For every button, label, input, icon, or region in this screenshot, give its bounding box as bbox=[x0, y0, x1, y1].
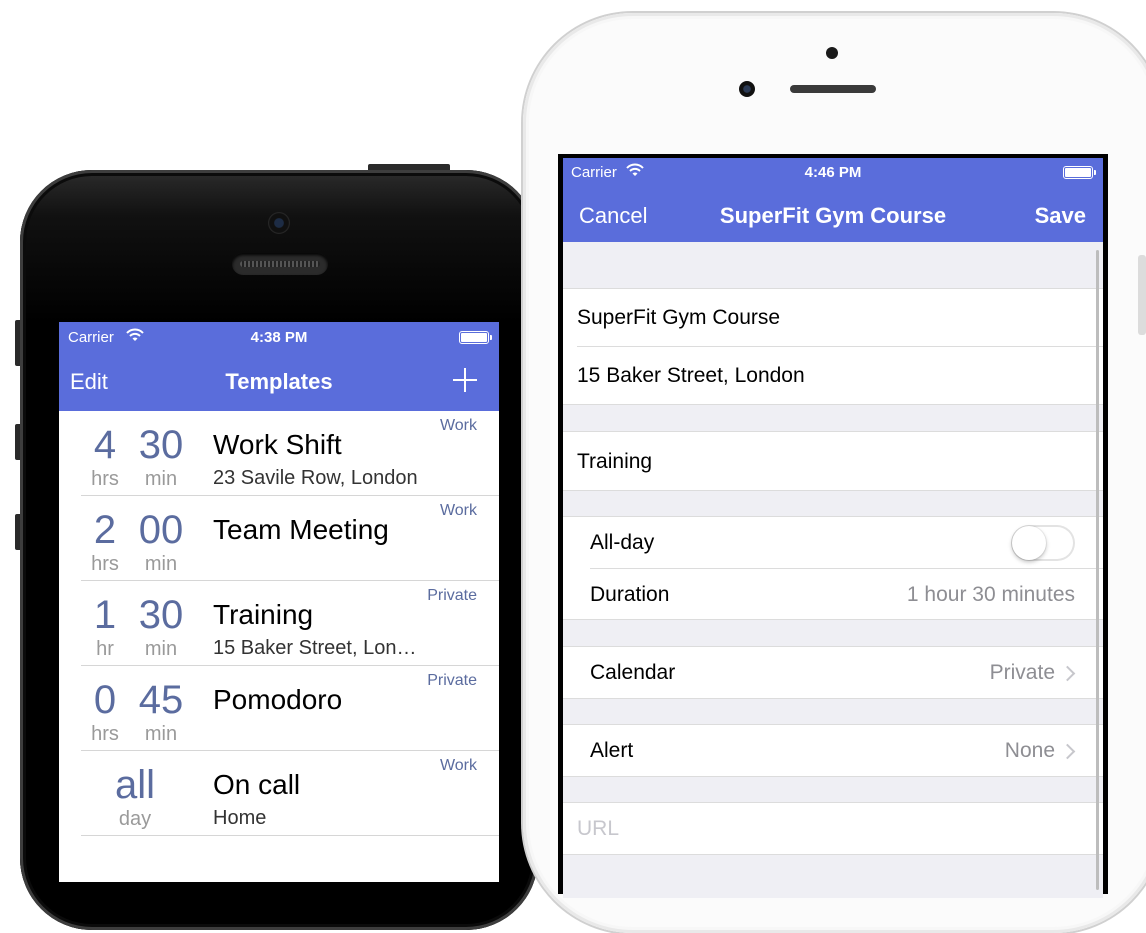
url-field[interactable]: URL bbox=[563, 802, 1103, 855]
cell-divider bbox=[563, 698, 1103, 699]
row-divider bbox=[81, 835, 499, 836]
template-row[interactable]: 0 45 hrs min Pomodoro Private bbox=[59, 666, 499, 751]
front-camera bbox=[268, 212, 290, 234]
template-title: Training bbox=[213, 599, 314, 630]
minutes-unit: min bbox=[144, 638, 178, 660]
duration-minutes: 30 bbox=[138, 423, 184, 467]
cell-divider bbox=[563, 404, 1103, 405]
cell-divider bbox=[563, 619, 1103, 620]
notes-field[interactable]: Training bbox=[563, 431, 1103, 491]
calendar-tag: Private bbox=[427, 672, 477, 689]
status-time: 4:46 PM bbox=[804, 164, 862, 181]
alert-value: None bbox=[1004, 739, 1055, 762]
duration-value: 1 hour 30 minutes bbox=[906, 582, 1075, 606]
template-title: On call bbox=[213, 769, 301, 800]
battery-icon bbox=[459, 331, 492, 344]
duration-hours: 1 bbox=[93, 593, 117, 637]
calendar-tag: Work bbox=[439, 757, 477, 774]
template-location: 23 Savile Row, London bbox=[213, 467, 418, 489]
url-placeholder: URL bbox=[577, 817, 620, 840]
template-title: Team Meeting bbox=[213, 514, 389, 545]
calendar-label: Calendar bbox=[590, 661, 676, 684]
duration-hours: 0 bbox=[93, 678, 117, 722]
chevron-right-icon bbox=[1059, 665, 1076, 682]
all-day-unit: day bbox=[118, 808, 152, 830]
scrollbar[interactable] bbox=[1096, 250, 1099, 890]
duration-hours: 2 bbox=[93, 508, 117, 552]
chevron-right-icon bbox=[1059, 743, 1076, 760]
earpiece-speaker bbox=[790, 85, 876, 93]
calendar-tag: Work bbox=[439, 502, 477, 519]
cell-divider bbox=[563, 776, 1103, 777]
edit-event-screen: Carrier 4:46 PM Cancel SuperFit Gym Cour… bbox=[563, 158, 1103, 898]
all-day-indicator: all bbox=[114, 763, 156, 807]
template-row[interactable]: 1 30 hr min Training 15 Baker Street, Lo… bbox=[59, 581, 499, 666]
calendar-tag: Private bbox=[427, 587, 477, 604]
hours-unit: hrs bbox=[91, 723, 119, 745]
duration-row[interactable]: Duration 1 hour 30 minutes bbox=[563, 569, 1103, 620]
template-row[interactable]: all day On call Home Work bbox=[59, 751, 499, 836]
all-day-row: All-day bbox=[563, 516, 1103, 569]
nav-title: SuperFit Gym Course bbox=[719, 203, 947, 228]
proximity-sensor bbox=[826, 47, 838, 59]
status-bar: Carrier 4:38 PM bbox=[59, 322, 499, 352]
all-day-toggle[interactable] bbox=[1011, 525, 1075, 561]
location-text: 15 Baker Street, London bbox=[577, 364, 805, 387]
save-button[interactable]: Save bbox=[1035, 203, 1086, 229]
hours-unit: hrs bbox=[91, 468, 119, 490]
front-camera bbox=[739, 81, 755, 97]
calendar-tag: Work bbox=[439, 417, 477, 434]
templates-screen: Carrier 4:38 PM Edit Templates 4 30 hrs … bbox=[59, 322, 499, 882]
navigation-bar: Carrier 4:46 PM Cancel SuperFit Gym Cour… bbox=[563, 158, 1103, 242]
nav-title: Templates bbox=[225, 369, 333, 394]
duration-hours: 4 bbox=[93, 423, 117, 467]
title-text: SuperFit Gym Course bbox=[577, 306, 781, 329]
minutes-unit: min bbox=[144, 468, 178, 490]
status-bar: Carrier 4:46 PM bbox=[563, 158, 1103, 188]
duration-minutes: 45 bbox=[138, 678, 184, 722]
template-row[interactable]: 4 30 hrs min Work Shift 23 Savile Row, L… bbox=[59, 411, 499, 496]
minutes-unit: min bbox=[144, 553, 178, 575]
duration-minutes: 00 bbox=[138, 508, 184, 552]
side-button bbox=[1138, 255, 1146, 335]
cell-divider bbox=[563, 854, 1103, 855]
duration-label: Duration bbox=[590, 582, 670, 606]
all-day-label: All-day bbox=[590, 531, 655, 554]
navigation-bar: Carrier 4:38 PM Edit Templates bbox=[59, 322, 499, 411]
battery-icon bbox=[1063, 166, 1096, 179]
duration-minutes: 30 bbox=[138, 593, 184, 637]
add-icon[interactable] bbox=[453, 368, 477, 392]
minutes-unit: min bbox=[144, 723, 178, 745]
hours-unit: hr bbox=[96, 638, 114, 660]
toggle-knob bbox=[1012, 526, 1046, 560]
location-field[interactable]: 15 Baker Street, London bbox=[563, 347, 1103, 405]
calendar-row[interactable]: Calendar Private bbox=[563, 646, 1103, 699]
notes-text: Training bbox=[577, 449, 653, 473]
alert-row[interactable]: Alert None bbox=[563, 724, 1103, 777]
title-field[interactable]: SuperFit Gym Course bbox=[563, 288, 1103, 347]
template-title: Pomodoro bbox=[213, 684, 343, 715]
earpiece-speaker bbox=[232, 253, 328, 275]
hours-unit: hrs bbox=[91, 553, 119, 575]
template-location: 15 Baker Street, Lon… bbox=[213, 637, 417, 659]
alert-label: Alert bbox=[590, 739, 634, 762]
cell-divider bbox=[563, 490, 1103, 491]
template-title: Work Shift bbox=[213, 429, 342, 460]
status-time: 4:38 PM bbox=[250, 329, 308, 346]
template-row[interactable]: 2 00 hrs min Team Meeting Work bbox=[59, 496, 499, 581]
template-location: Home bbox=[213, 807, 267, 829]
calendar-value: Private bbox=[989, 661, 1055, 684]
